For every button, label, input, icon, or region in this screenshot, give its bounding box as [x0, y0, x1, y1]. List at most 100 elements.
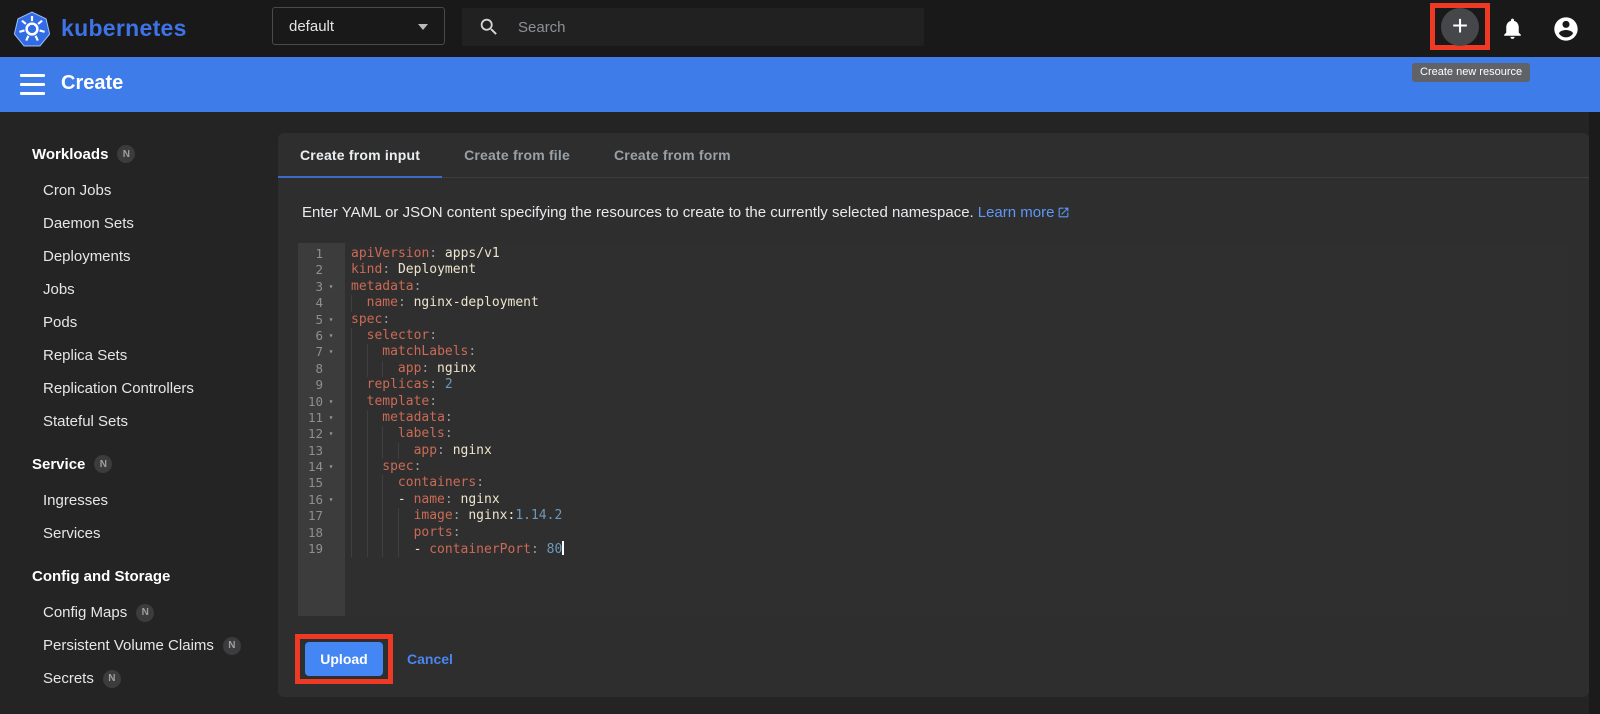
notifications-bell-icon	[1504, 18, 1521, 39]
indent-guide	[382, 360, 398, 378]
indent-guide	[397, 524, 414, 542]
yaml-token-p: :	[530, 542, 539, 558]
line-number: 5	[315, 311, 323, 327]
indent-guide	[351, 508, 367, 525]
line-number: 19	[307, 541, 323, 557]
sidebar-item-label: Jobs	[43, 281, 75, 298]
sidebar-item-ingresses[interactable]: Ingresses	[0, 484, 278, 517]
yaml-token-v: nginx	[429, 360, 477, 376]
indent-guide	[366, 508, 383, 525]
yaml-token-v: nginx-deployment	[405, 295, 539, 311]
yaml-token-k: ports	[413, 524, 453, 540]
tab-create-from-form[interactable]: Create from form	[592, 133, 753, 177]
account-button[interactable]	[1552, 0, 1580, 57]
fold-caret-icon[interactable]: ▾	[323, 328, 339, 344]
code-line: spec:	[351, 312, 1569, 328]
instruction-text: Enter YAML or JSON content specifying th…	[278, 178, 1589, 223]
gutter-line: 5 ▾	[298, 312, 345, 328]
namespace-selector[interactable]: default	[272, 7, 445, 45]
indent-guide	[366, 442, 383, 460]
sidebar-item-config-maps[interactable]: Config Maps N	[0, 596, 278, 629]
yaml-token-p: :	[476, 475, 485, 491]
sidebar-item-replica-sets[interactable]: Replica Sets	[0, 339, 278, 372]
fold-caret-icon[interactable]: ▾	[323, 344, 339, 360]
indent-guide	[382, 475, 398, 492]
sidebar-item-secrets[interactable]: Secrets N	[0, 662, 278, 695]
sidebar-group-label: Workloads	[32, 145, 109, 163]
yaml-token-n: 1.14.2	[515, 508, 563, 524]
yaml-token-v: -	[413, 542, 430, 558]
yaml-code-editor[interactable]: 1 2 3 ▾ 4 5 ▾ 6 ▾ 7 ▾ 8 9 10 ▾ 11 ▾ 12 ▾ 13 14 ▾ 15 16 ▾ 17 18 19 a…	[298, 243, 1569, 616]
line-number: 9	[315, 377, 323, 393]
menu-hamburger-button[interactable]	[20, 74, 45, 95]
line-number: 8	[315, 360, 323, 376]
fold-caret-icon[interactable]: ▾	[323, 312, 339, 328]
indent-guide	[366, 491, 383, 509]
gutter-line: 3 ▾	[298, 279, 345, 295]
tab-create-from-file[interactable]: Create from file	[442, 133, 592, 177]
page-title: Create	[61, 72, 124, 94]
line-number: 3	[315, 278, 323, 294]
line-number: 16	[307, 491, 323, 507]
page-scrollbar[interactable]	[1589, 112, 1600, 714]
text-cursor	[562, 541, 565, 556]
indent-guide	[351, 327, 367, 345]
indent-guide	[366, 360, 383, 378]
code-line: template:	[351, 393, 1569, 410]
sidebar-item-persistent-volume-claims[interactable]: Persistent Volume Claims N	[0, 629, 278, 662]
sidebar-item-jobs[interactable]: Jobs	[0, 273, 278, 306]
gutter-line: 1	[298, 246, 345, 262]
yaml-token-p: :	[429, 246, 438, 261]
cancel-button[interactable]: Cancel	[407, 642, 453, 676]
code-line: containers:	[351, 475, 1569, 492]
sidebar-item-cron-jobs[interactable]: Cron Jobs	[0, 174, 278, 207]
fold-caret-icon[interactable]: ▾	[323, 410, 339, 426]
indent-guide	[397, 508, 414, 525]
create-tabs: Create from input Create from file Create …	[278, 133, 1589, 178]
indent-guide	[351, 442, 367, 460]
indent-guide	[351, 459, 367, 476]
sidebar-group-config-and-storage[interactable]: Config and Storage	[0, 556, 278, 596]
fold-caret-icon[interactable]: ▾	[323, 492, 339, 508]
yaml-token-p: :	[452, 508, 461, 524]
yaml-token-p: :	[437, 442, 445, 458]
yaml-token-k: apiVersion	[351, 246, 430, 261]
create-new-resource-button[interactable]: +	[1441, 7, 1479, 46]
tab-create-from-input[interactable]: Create from input	[278, 133, 443, 178]
yaml-token-v: apps/v1	[437, 246, 500, 261]
sidebar-item-pods[interactable]: Pods	[0, 306, 278, 339]
sidebar-item-services[interactable]: Services	[0, 517, 278, 550]
indent-guide	[382, 491, 398, 509]
line-number: 14	[307, 459, 323, 475]
editor-code-area: apiVersion: apps/v1 kind: Deployment metad…	[345, 243, 1569, 616]
sidebar-item-stateful-sets[interactable]: Stateful Sets	[0, 405, 278, 438]
learn-more-link[interactable]: Learn more	[978, 204, 1055, 221]
line-number: 10	[307, 393, 323, 409]
fold-caret-icon[interactable]: ▾	[323, 394, 339, 410]
yaml-token-v: nginx:	[460, 508, 516, 524]
line-number: 4	[315, 295, 323, 311]
fold-caret-icon[interactable]: ▾	[323, 279, 339, 295]
code-line: replicas: 2	[351, 377, 1569, 394]
upload-button[interactable]: Upload	[305, 642, 383, 676]
kubernetes-dashboard-screen: kubernetes default +	[0, 0, 1600, 714]
indent-guide	[366, 459, 383, 476]
sidebar-item-deployments[interactable]: Deployments	[0, 240, 278, 273]
yaml-token-p: :	[397, 295, 406, 311]
sidebar-item-daemon-sets[interactable]: Daemon Sets	[0, 207, 278, 240]
brand-link[interactable]: kubernetes	[14, 0, 187, 57]
sidebar-group-workloads[interactable]: Workloads N	[0, 134, 278, 174]
yaml-token-k: containerPort	[429, 542, 531, 558]
fold-caret-icon[interactable]: ▾	[323, 459, 339, 475]
gutter-line: 9	[298, 377, 345, 393]
sidebar-group-service[interactable]: Service N	[0, 444, 278, 484]
line-number: 1	[315, 246, 323, 261]
sidebar-group-label: Service	[32, 455, 86, 473]
notifications-button[interactable]	[1500, 0, 1525, 57]
indent-guide	[366, 541, 383, 558]
sidebar-item-replication-controllers[interactable]: Replication Controllers	[0, 372, 278, 405]
indent-guide	[397, 541, 414, 558]
search-input[interactable]	[518, 18, 908, 36]
fold-caret-icon[interactable]: ▾	[323, 426, 339, 442]
code-line: selector:	[351, 327, 1569, 345]
